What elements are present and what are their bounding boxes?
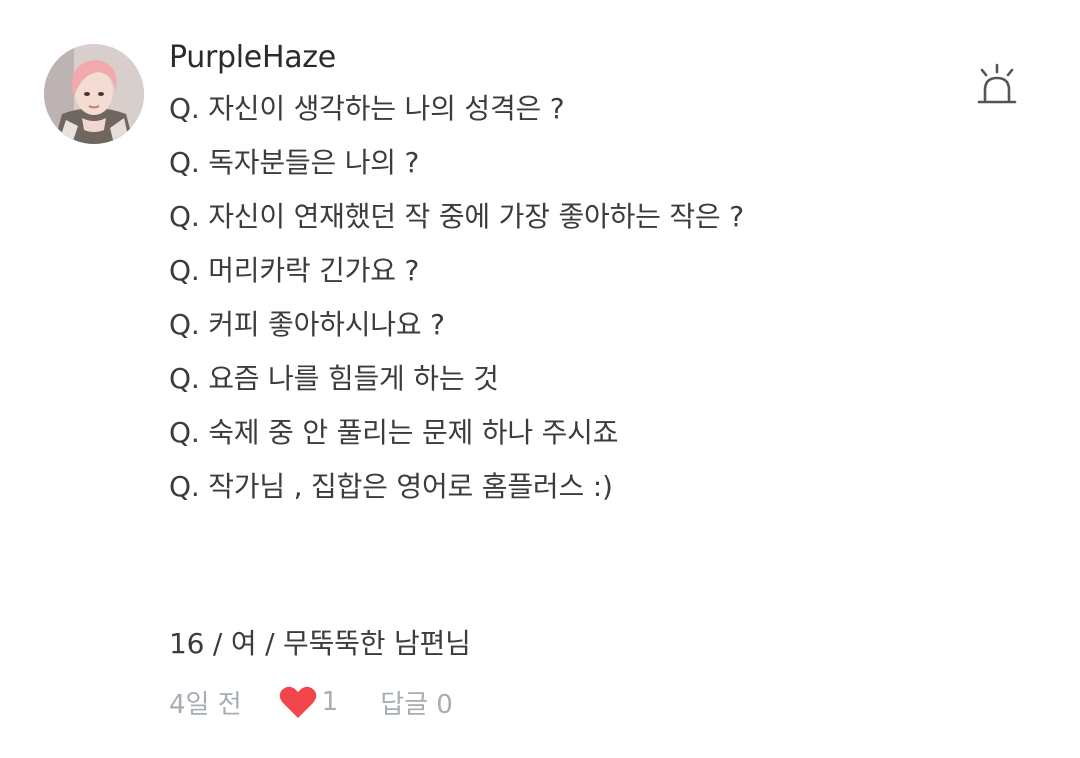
post-meta: 4일 전 1 답글 0 (169, 680, 453, 724)
like-count: 1 (321, 687, 339, 717)
author-name[interactable]: PurpleHaze (169, 38, 336, 78)
heart-icon (279, 686, 316, 718)
timestamp: 4일 전 (169, 689, 242, 720)
question-item: Q. 작가님 , 집합은 영어로 홈플러스 :) (169, 470, 613, 503)
question-list: Q. 자신이 생각하는 나의 성격은 ? Q. 독자분들은 나의 ? Q. 자신… (169, 82, 744, 514)
question-item: Q. 독자분들은 나의 ? (169, 146, 420, 179)
reply-count-button[interactable]: 답글 0 (380, 684, 453, 721)
question-item: Q. 요즘 나를 힘들게 하는 것 (169, 362, 499, 395)
question-item: Q. 숙제 중 안 풀리는 문제 하나 주시죠 (169, 416, 619, 449)
avatar[interactable] (44, 44, 144, 144)
question-item: Q. 자신이 생각하는 나의 성격은 ? (169, 92, 565, 125)
siren-icon[interactable] (973, 62, 1021, 110)
question-item: Q. 머리카락 긴가요 ? (169, 254, 420, 287)
profile-line: 16 / 여 / 무뚝뚝한 남편님 (169, 627, 471, 660)
question-item: Q. 자신이 연재했던 작 중에 가장 좋아하는 작은 ? (169, 200, 744, 233)
question-item: Q. 커피 좋아하시나요 ? (169, 308, 445, 341)
like-button[interactable]: 1 (278, 684, 339, 720)
